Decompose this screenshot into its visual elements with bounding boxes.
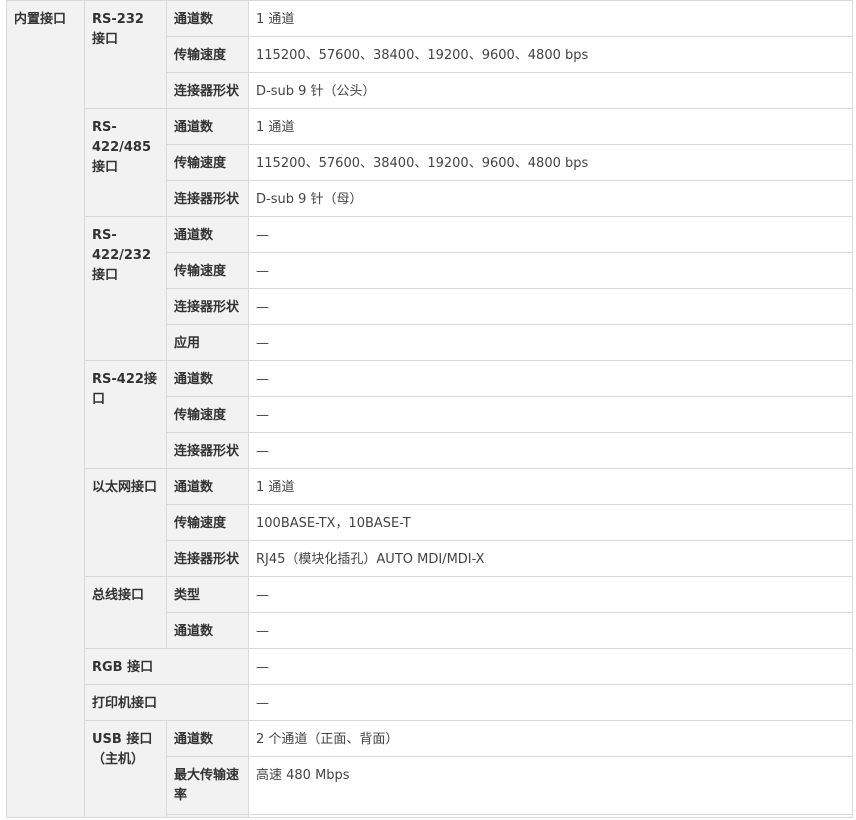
row-label: 传输速度 (166, 504, 249, 541)
group-header: 以太网接口 (84, 468, 167, 577)
row-label: 传输速度 (166, 144, 249, 181)
table-row: RS-422接口 通道数 — (7, 360, 853, 469)
row-value: — (248, 216, 853, 253)
spec-table: 内置接口 RS-232 接口 通道数 1 通道 传输速度 115200、5760… (6, 0, 853, 818)
row-label: 传输速度 (166, 396, 249, 433)
group-header: RS-422接口 (84, 360, 167, 469)
row-label: 传输速度 (166, 36, 249, 73)
row-value: 高速 480 Mbps (248, 756, 853, 815)
table-row: RS-422/232接口 通道数 — (7, 216, 853, 361)
row-label: 类型 (166, 576, 249, 613)
row-value: — (248, 288, 853, 325)
row-value: — (248, 360, 853, 397)
row-label: 通道数 (166, 612, 249, 649)
row-label: 通道数 (166, 108, 249, 145)
table-row: 总线接口 类型 — (7, 576, 853, 649)
row-value: 100BASE-TX，10BASE-T (248, 504, 853, 541)
row-label: 通道数 (166, 0, 249, 37)
table-row: 打印机接口 — (7, 684, 853, 721)
table-row: RGB 接口 — (7, 648, 853, 685)
row-label: 通道数 (166, 468, 249, 505)
row-value: — (248, 324, 853, 361)
row-value: — (248, 612, 853, 649)
row-label: 连接器形状 (166, 288, 249, 325)
row-label: 连接器形状 (166, 72, 249, 109)
row-value: — (248, 396, 853, 433)
group-header: RS-422/485接口 (84, 108, 167, 217)
row-label: 连接器形状 (166, 180, 249, 217)
row-value: 1 通道 (248, 468, 853, 505)
row-label: 通道数 (166, 720, 249, 757)
table-row: USB 接口（主机） 通道数 2 个通道（正面、背面） (7, 720, 853, 818)
row-value: D-sub 9 针（母） (248, 180, 853, 217)
row-label: 连接器形状 (166, 540, 249, 577)
row-value: — (248, 684, 853, 721)
row-label: 通道数 (166, 360, 249, 397)
row-value: — (248, 648, 853, 685)
row-label: 应用 (166, 324, 249, 361)
row-label: 传输速度 (166, 252, 249, 289)
table-row: 内置接口 RS-232 接口 通道数 1 通道 (6, 0, 853, 818)
row-value: 115200、57600、38400、19200、9600、4800 bps (248, 36, 853, 73)
table-row: 以太网接口 通道数 1 通道 (7, 468, 853, 577)
group-header: 总线接口 (84, 576, 167, 649)
row-value: 1 通道 (248, 108, 853, 145)
row-value: 2 个通道（正面、背面） (248, 720, 853, 757)
row-value: — (248, 576, 853, 613)
section-header: 内置接口 (6, 0, 85, 818)
row-value: — (248, 252, 853, 289)
table-row: RS-422/485接口 通道数 1 通道 (7, 108, 853, 217)
group-header: 打印机接口 (84, 684, 249, 721)
row-label: 通道数 (166, 216, 249, 253)
row-value: RJ45（模块化插孔）AUTO MDI/MDI-X (248, 540, 853, 577)
row-label: 最大传输速率 (166, 756, 249, 815)
row-value: 115200、57600、38400、19200、9600、4800 bps (248, 144, 853, 181)
group-header: RS-422/232接口 (84, 216, 167, 361)
group-header: RS-232 接口 (84, 0, 167, 109)
row-value: D-sub 9 针（公头） (248, 72, 853, 109)
group-header: USB 接口（主机） (84, 720, 167, 818)
row-value: 1 通道 (248, 0, 853, 37)
row-label: 连接器形状 (166, 432, 249, 469)
row-value: — (248, 432, 853, 469)
group-header: RGB 接口 (84, 648, 249, 685)
